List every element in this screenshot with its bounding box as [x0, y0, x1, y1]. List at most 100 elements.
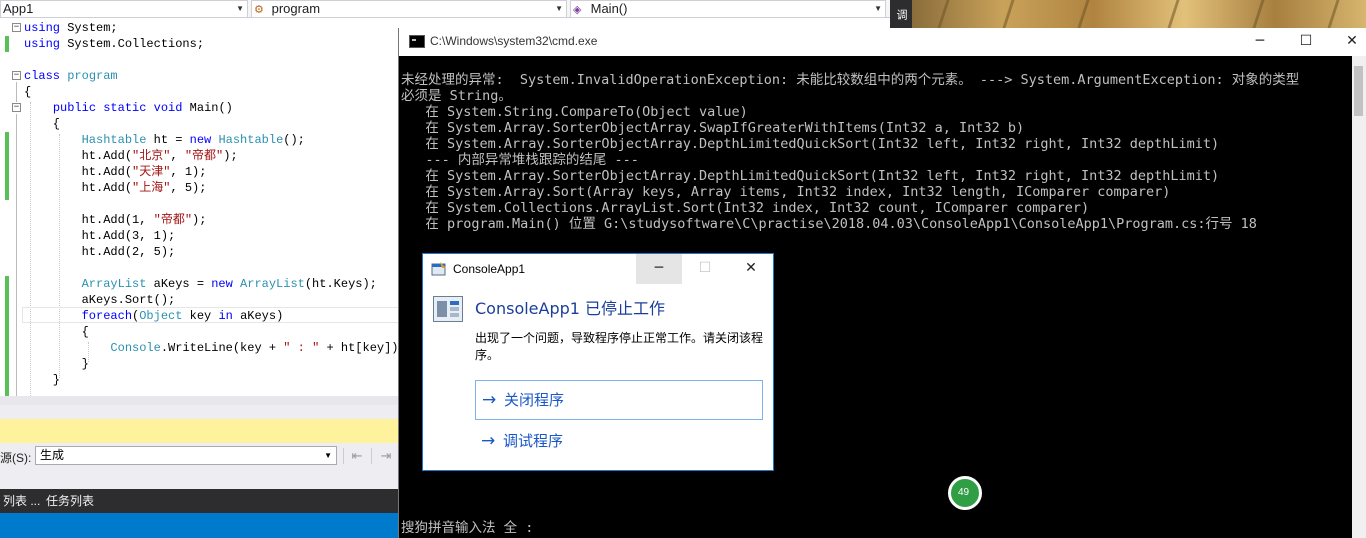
debug-program-button[interactable]: → 调试程序 — [475, 422, 763, 462]
code-line[interactable]: ArrayList aKeys = new ArrayList(ht.Keys)… — [24, 276, 377, 292]
fold-toggle[interactable]: − — [12, 71, 21, 80]
code-token: foreach — [81, 309, 133, 323]
method-icon: ◈ — [573, 4, 582, 16]
code-token: class — [24, 69, 61, 83]
code-token: Main() — [182, 101, 233, 115]
side-panel-tab[interactable]: 调 — [890, 0, 912, 28]
member-dropdown[interactable]: ◈ Main() ▼ — [570, 0, 886, 18]
fold-toggle[interactable]: − — [12, 103, 21, 112]
cmd-title: C:\Windows\system32\cmd.exe — [430, 34, 598, 48]
code-line[interactable]: class program — [24, 68, 118, 84]
change-bar — [5, 132, 9, 200]
code-token: key — [182, 309, 219, 323]
chevron-down-icon: ▼ — [324, 451, 332, 460]
minimize-button[interactable]: ─ — [1237, 28, 1283, 56]
code-line[interactable]: ht.Add("天津", 1); — [24, 164, 207, 180]
code-line[interactable]: } — [24, 356, 89, 372]
dialog-title: ConsoleApp1 — [453, 262, 526, 276]
error-dialog: ConsoleApp1 ─ ☐ ✕ ConsoleApp1 已停止工作 出现了一… — [422, 253, 774, 471]
code-line[interactable]: ht.Add("上海", 5); — [24, 180, 207, 196]
code-token: } — [24, 373, 61, 387]
tab-task-list[interactable]: 任务列表 — [43, 492, 97, 510]
go-to-next-icon[interactable]: ⇥ — [377, 447, 395, 465]
wallpaper-stalk — [1077, 0, 1090, 28]
scrollbar-thumb[interactable] — [1354, 66, 1363, 116]
code-token: (); — [283, 133, 305, 147]
panel-splitter[interactable] — [0, 405, 400, 419]
dialog-close-button[interactable]: ✕ — [728, 254, 774, 284]
code-token: .WriteLine(key + — [160, 341, 284, 355]
class-dropdown[interactable]: ⚙ program ▼ — [251, 0, 567, 18]
code-line[interactable]: ht.Add(1, "帝都"); — [24, 212, 207, 228]
dialog-title-bar[interactable]: ConsoleApp1 ─ ☐ ✕ — [423, 254, 773, 284]
tab-error-list[interactable]: 列表 ... — [0, 492, 43, 510]
fold-toggle[interactable]: − — [12, 23, 21, 32]
source-dropdown[interactable]: 生成 ▼ — [35, 446, 337, 465]
close-program-button[interactable]: → 关闭程序 — [475, 380, 763, 420]
wallpaper-stalk — [1002, 0, 1015, 28]
app-window-icon — [431, 262, 446, 276]
code-line[interactable]: public static void Main() — [24, 100, 233, 116]
code-line[interactable]: Hashtable ht = new Hashtable(); — [24, 132, 305, 148]
code-line[interactable]: ht.Add(3, 1); — [24, 228, 176, 244]
code-token: } — [24, 357, 89, 371]
code-token: ht = — [146, 133, 190, 147]
close-button[interactable]: ✕ — [1329, 28, 1366, 56]
source-value: 生成 — [40, 448, 65, 462]
cmd-output-line: 在 System.Array.SorterObjectArray.DepthLi… — [401, 136, 1220, 152]
code-line[interactable]: { — [24, 84, 31, 100]
arrow-right-icon: → — [482, 390, 497, 410]
code-line[interactable]: using System.Collections; — [24, 36, 204, 52]
project-dropdown-label: App1 — [3, 1, 34, 16]
code-token: "帝都" — [184, 149, 224, 163]
project-dropdown[interactable]: App1 ▼ — [0, 0, 248, 18]
cmd-output-line: --- 内部异常堆栈跟踪的结尾 --- — [401, 152, 639, 168]
status-bar — [0, 513, 400, 538]
code-token: { — [24, 117, 61, 131]
dialog-message: 出现了一个问题，导致程序停止正常工作。请关闭该程序。 — [475, 331, 764, 362]
code-line[interactable]: { — [24, 324, 89, 340]
code-token: "北京" — [132, 149, 171, 163]
code-token: (ht.Keys); — [304, 277, 377, 291]
cmd-scrollbar[interactable] — [1352, 56, 1366, 538]
code-token: ht.Add(3, 1); — [24, 229, 176, 243]
class-dropdown-label: program — [271, 1, 321, 16]
dialog-minimize-button[interactable]: ─ — [636, 254, 682, 284]
wallpaper-stalk — [1167, 0, 1180, 28]
code-line[interactable]: aKeys.Sort(); — [24, 292, 176, 308]
maximize-button[interactable]: ☐ — [1283, 28, 1329, 56]
application-icon — [433, 296, 463, 322]
toolbar-separator — [371, 448, 372, 464]
cmd-output-line: 必须是 String。 — [401, 88, 512, 104]
cmd-title-bar[interactable]: C:\Windows\system32\cmd.exe ─ ☐ ✕ — [399, 28, 1366, 56]
code-token: aKeys) — [232, 309, 284, 323]
code-token: { — [24, 325, 89, 339]
code-line[interactable]: ht.Add(2, 5); — [24, 244, 176, 260]
notification-badge[interactable]: 49 — [948, 476, 982, 510]
class-icon: ⚙ — [254, 4, 264, 16]
code-token: in — [218, 309, 233, 323]
horizontal-scrollbar[interactable] — [0, 396, 400, 405]
code-line[interactable]: foreach(Object key in aKeys) — [24, 308, 284, 324]
code-line[interactable]: Console.WriteLine(key + " : " + ht[key])… — [24, 340, 400, 356]
code-line[interactable]: { — [24, 116, 60, 132]
debug-program-label: 调试程序 — [503, 432, 564, 450]
code-token: void — [153, 101, 183, 115]
code-token: "天津" — [132, 165, 171, 179]
go-to-previous-icon[interactable]: ⇤ — [348, 447, 366, 465]
code-editor[interactable]: − − − using System; using System.Collecti… — [0, 18, 400, 396]
code-token: ht.Add(2, 5); — [24, 245, 176, 259]
wallpaper-stalk — [937, 0, 950, 28]
chevron-down-icon: ▼ — [874, 4, 882, 13]
code-line[interactable]: using System; — [24, 20, 118, 36]
toolbar-separator — [343, 448, 344, 464]
cmd-output-line: 在 System.String.CompareTo(Object value) — [401, 104, 748, 120]
code-line[interactable]: ht.Add("北京", "帝都"); — [24, 148, 238, 164]
member-dropdown-label: Main() — [590, 1, 628, 16]
code-line[interactable]: } — [24, 372, 60, 388]
code-token: Console — [110, 341, 161, 355]
code-token: + ht[key]); — [319, 341, 400, 355]
